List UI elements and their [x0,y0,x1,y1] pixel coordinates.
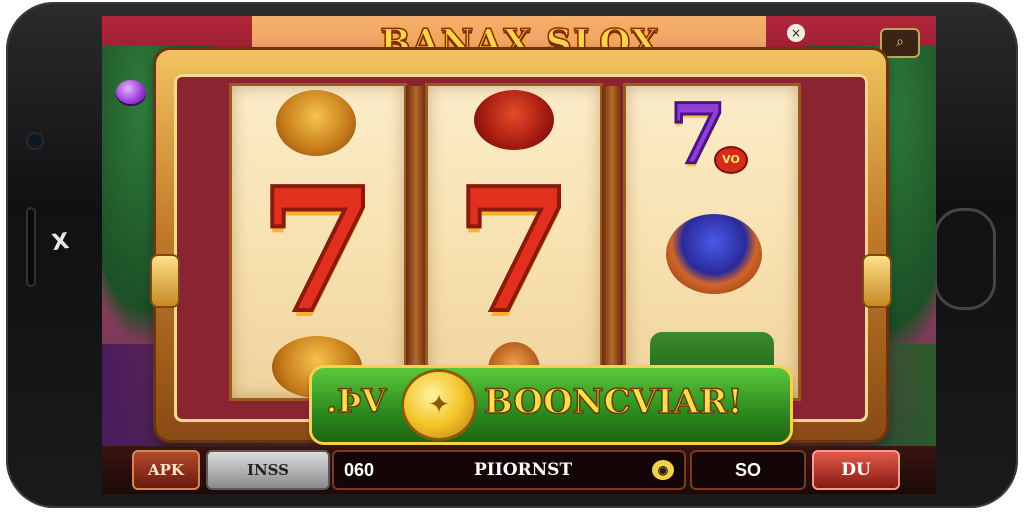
frame-ornament-left [152,256,178,306]
chip-icon [116,80,146,104]
number-display: SO [690,450,806,490]
apk-button[interactable]: APK [132,450,200,490]
reel-2: 7 [428,86,600,398]
reel-1: 7 [232,86,404,398]
main-center-label: PIIORNST [474,460,573,480]
main-left-value: 060 [344,460,375,480]
speaker-grille [26,207,36,287]
symbol-seven: 7 [257,151,379,351]
search-button[interactable]: ⌕ [880,28,920,58]
reel-3: 7 VO [626,86,798,398]
bottom-control-bar: APK INSS 060 PIIORNST ◉ SO DU [102,446,936,494]
home-button[interactable] [934,208,996,310]
symbol-seven: 7 [453,151,575,351]
brand-logo: X [50,228,71,257]
symbol-red-hat-character [474,90,554,150]
main-display: 060 PIIORNST ◉ [332,450,686,490]
reel-divider [406,86,426,398]
phone-body: X BANAX SLOX × ⌕ ◐ 7 [6,2,1018,508]
camera-icon [28,134,42,148]
close-icon[interactable]: × [787,24,805,42]
banner-right-text: BOONCVIAR! [483,381,743,423]
search-icon: ⌕ [896,34,904,50]
symbol-purple-seven: 7 [668,87,728,183]
frame-ornament-right [864,256,890,306]
symbol-badge: VO [716,148,746,172]
symbol-golden-bird [276,90,356,156]
red-button[interactable]: DU [812,450,900,490]
banner-left-text: .ÞV [325,381,387,421]
symbol-winged-orb [666,214,762,294]
win-banner: .ÞV ✦ BOONCVIAR! [312,368,790,442]
grey-button[interactable]: INSS [206,450,330,490]
coin-icon: ◉ [652,460,674,480]
game-screen: BANAX SLOX × ⌕ ◐ 7 7 [102,16,936,494]
coin-icon: ✦ [404,372,474,438]
